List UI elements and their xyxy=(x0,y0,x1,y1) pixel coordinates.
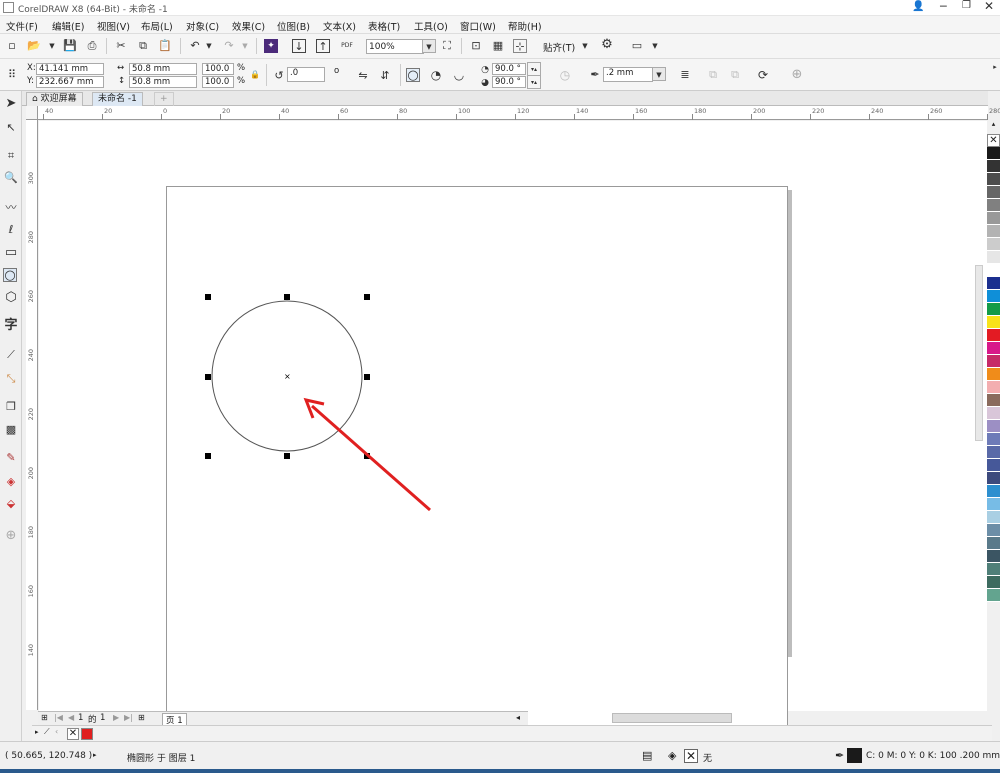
palette-swatch[interactable] xyxy=(987,160,1000,173)
palette-options-icon[interactable]: ▸ xyxy=(35,728,39,736)
taskbar-strip xyxy=(0,769,1000,773)
canvas-objects: × xyxy=(205,294,431,512)
palette-swatch[interactable] xyxy=(987,342,1000,355)
first-page-icon[interactable]: |◀ xyxy=(54,713,63,722)
palette-swatch[interactable] xyxy=(987,251,1000,264)
palette-swatch[interactable] xyxy=(987,212,1000,225)
annotation-arrow xyxy=(311,404,431,512)
fill-bucket-icon: ◈ xyxy=(668,749,677,762)
color-proof-icon[interactable]: ▤ xyxy=(642,749,652,762)
total-pages: 1 xyxy=(100,713,106,723)
fill-none-swatch[interactable]: ✕ xyxy=(684,749,698,763)
palette-swatch[interactable] xyxy=(987,589,1000,602)
palette-swatch[interactable] xyxy=(987,394,1000,407)
palette-swatch[interactable] xyxy=(987,498,1000,511)
palette-swatch[interactable] xyxy=(987,147,1000,160)
outline-pen-status-icon: ✒ xyxy=(835,749,845,762)
add-page-before-icon[interactable]: ⊞ xyxy=(41,713,48,722)
palette-swatch[interactable] xyxy=(987,186,1000,199)
palette-swatch[interactable] xyxy=(987,238,1000,251)
handle-top xyxy=(284,294,290,300)
palette-scroll-up-icon[interactable]: ▴ xyxy=(987,120,1000,130)
palette-swatch[interactable] xyxy=(987,329,1000,342)
palette-swatch[interactable] xyxy=(987,433,1000,446)
color-palette xyxy=(987,147,1000,672)
doc-no-color-swatch[interactable]: ✕ xyxy=(67,728,79,740)
page-navigator: ⊞ |◀ ◀ 1 的 1 ▶ ▶| ⊞ 页 1 ◂ xyxy=(38,711,528,727)
palette-swatch[interactable] xyxy=(987,381,1000,394)
outline-color-info: C: 0 M: 0 Y: 0 K: 100 .200 mm xyxy=(866,751,1000,761)
palette-swatch[interactable] xyxy=(987,355,1000,368)
palette-swatch[interactable] xyxy=(987,303,1000,316)
palette-swatch[interactable] xyxy=(987,277,1000,290)
palette-swatch[interactable] xyxy=(987,446,1000,459)
current-page: 1 xyxy=(78,713,84,723)
status-bar: ( 50.665, 120.748 ) ▸ 椭圆形 于 图层 1 ▤ ◈ ✕ 无… xyxy=(0,741,1000,769)
scroll-left-icon[interactable]: ◂ xyxy=(516,713,520,722)
palette-swatch[interactable] xyxy=(987,511,1000,524)
palette-swatch[interactable] xyxy=(987,485,1000,498)
palette-swatch[interactable] xyxy=(987,459,1000,472)
prev-page-icon[interactable]: ◀ xyxy=(68,713,74,722)
palette-swatch[interactable] xyxy=(987,524,1000,537)
fill-none-label: 无 xyxy=(703,754,713,764)
cursor-coordinates: ( 50.665, 120.748 ) xyxy=(5,751,93,761)
palette-swatch[interactable] xyxy=(987,368,1000,381)
palette-swatch[interactable] xyxy=(987,407,1000,420)
palette-swatch[interactable] xyxy=(987,316,1000,329)
palette-swatch[interactable] xyxy=(987,173,1000,186)
palette-swatch[interactable] xyxy=(987,264,1000,277)
palette-swatch[interactable] xyxy=(987,576,1000,589)
document-palette: ▸ ⟋ ‹ ✕ xyxy=(32,725,992,741)
eyedropper-small-icon[interactable]: ⟋ xyxy=(44,727,50,737)
handle-top-right xyxy=(364,294,370,300)
handle-bottom-left xyxy=(205,453,211,459)
page-of-label: 的 xyxy=(88,715,97,725)
palette-swatch[interactable] xyxy=(987,472,1000,485)
last-page-icon[interactable]: ▶| xyxy=(124,713,133,722)
status-expand-icon[interactable]: ▸ xyxy=(93,751,97,759)
palette-swatch[interactable] xyxy=(987,225,1000,238)
palette-swatch[interactable] xyxy=(987,550,1000,563)
handle-left xyxy=(205,374,211,380)
doc-red-swatch[interactable] xyxy=(81,728,93,740)
palette-scroll-left-icon[interactable]: ‹ xyxy=(55,727,58,736)
vertical-scrollbar[interactable] xyxy=(975,265,983,441)
horizontal-scrollbar[interactable] xyxy=(612,713,732,723)
center-marker-icon: × xyxy=(284,372,291,381)
handle-right xyxy=(364,374,370,380)
palette-swatch[interactable] xyxy=(987,420,1000,433)
palette-swatch[interactable] xyxy=(987,290,1000,303)
handle-top-left xyxy=(205,294,211,300)
palette-swatch[interactable] xyxy=(987,563,1000,576)
next-page-icon[interactable]: ▶ xyxy=(113,713,119,722)
add-page-after-icon[interactable]: ⊞ xyxy=(138,713,145,722)
palette-swatch[interactable] xyxy=(987,537,1000,550)
handle-bottom xyxy=(284,453,290,459)
no-color-swatch[interactable]: ✕ xyxy=(987,134,1000,147)
object-info: 椭圆形 于 图层 1 xyxy=(127,754,196,764)
outline-color-swatch[interactable] xyxy=(847,748,862,763)
palette-swatch[interactable] xyxy=(987,199,1000,212)
